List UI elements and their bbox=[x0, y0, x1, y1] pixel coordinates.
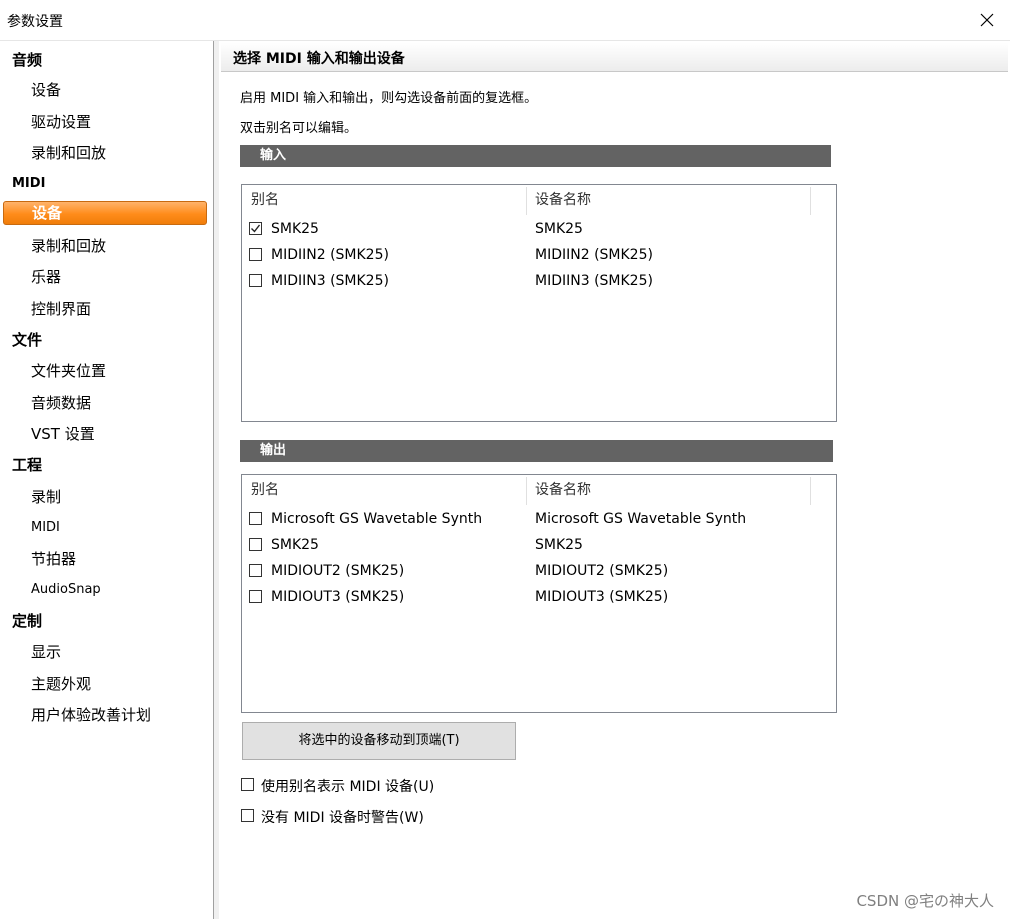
description-enable: 启用 MIDI 输入和输出，则勾选设备前面的复选框。 bbox=[240, 91, 538, 106]
sidebar-item-control-surfaces[interactable]: 控制界面 bbox=[31, 298, 91, 319]
output-device-list[interactable]: 别名 设备名称 Microsoft GS Wavetable Synth Mic… bbox=[241, 474, 837, 713]
device-cell: SMK25 bbox=[535, 537, 583, 553]
sidebar-item-ux-program[interactable]: 用户体验改善计划 bbox=[31, 704, 151, 725]
sidebar-item-audio-data[interactable]: 音频数据 bbox=[31, 392, 91, 413]
device-cell: SMK25 bbox=[535, 221, 583, 237]
page-header: 选择 MIDI 输入和输出设备 bbox=[221, 43, 1008, 72]
move-to-top-button[interactable]: 将选中的设备移动到顶端(T) bbox=[242, 722, 516, 760]
input-checkbox[interactable] bbox=[249, 222, 262, 235]
alias-cell[interactable]: SMK25 bbox=[271, 537, 319, 553]
sidebar-group-project[interactable]: 工程 bbox=[12, 454, 42, 475]
device-cell: MIDIOUT3 (SMK25) bbox=[535, 589, 669, 605]
sidebar-item-themes[interactable]: 主题外观 bbox=[31, 673, 91, 694]
sidebar-item-project-midi[interactable]: MIDI bbox=[31, 520, 60, 535]
alias-cell[interactable]: MIDIOUT3 (SMK25) bbox=[271, 589, 404, 605]
warn-no-device-checkbox[interactable] bbox=[241, 809, 254, 822]
sidebar-item-record[interactable]: 录制 bbox=[31, 486, 61, 507]
input-checkbox[interactable] bbox=[249, 274, 262, 287]
alias-cell[interactable]: MIDIOUT2 (SMK25) bbox=[271, 563, 404, 579]
alias-cell[interactable]: SMK25 bbox=[271, 221, 319, 237]
sidebar-item-audio-devices[interactable]: 设备 bbox=[31, 79, 61, 100]
close-button[interactable] bbox=[964, 0, 1010, 40]
sidebar-group-midi[interactable]: MIDI bbox=[12, 176, 45, 191]
description-edit-alias: 双击别名可以编辑。 bbox=[240, 121, 358, 136]
table-row[interactable]: Microsoft GS Wavetable Synth Microsoft G… bbox=[242, 507, 834, 533]
sidebar-item-display[interactable]: 显示 bbox=[31, 641, 61, 662]
column-header-alias[interactable]: 别名 bbox=[251, 475, 279, 505]
sidebar-item-driver-settings[interactable]: 驱动设置 bbox=[31, 111, 91, 132]
sidebar-group-audio[interactable]: 音频 bbox=[12, 49, 42, 70]
checkmark-icon bbox=[251, 224, 261, 233]
output-group-header: 输出 bbox=[240, 440, 833, 462]
column-header-device[interactable]: 设备名称 bbox=[535, 185, 591, 215]
table-row[interactable]: MIDIIN3 (SMK25) MIDIIN3 (SMK25) bbox=[242, 269, 834, 295]
title-bar: 参数设置 bbox=[0, 0, 1010, 41]
sidebar-nav: 音频 设备 驱动设置 录制和回放 MIDI 设备 录制和回放 乐器 控制界面 文… bbox=[0, 41, 214, 919]
device-cell: Microsoft GS Wavetable Synth bbox=[535, 511, 747, 527]
input-device-list[interactable]: 别名 设备名称 SMK25 SMK25 MIDIIN2 (SMK25) MIDI… bbox=[241, 184, 837, 422]
input-group-header: 输入 bbox=[240, 145, 831, 167]
sidebar-item-audio-playback[interactable]: 录制和回放 bbox=[31, 142, 106, 163]
table-row[interactable]: SMK25 SMK25 bbox=[242, 217, 834, 243]
sidebar-item-audiosnap[interactable]: AudioSnap bbox=[31, 582, 101, 597]
sidebar-item-midi-devices[interactable]: 设备 bbox=[3, 201, 207, 225]
main-panel: 选择 MIDI 输入和输出设备 启用 MIDI 输入和输出，则勾选设备前面的复选… bbox=[219, 41, 1010, 919]
sidebar-group-customize[interactable]: 定制 bbox=[12, 610, 42, 631]
device-cell: MIDIOUT2 (SMK25) bbox=[535, 563, 669, 579]
window-title: 参数设置 bbox=[7, 14, 63, 30]
column-separator[interactable] bbox=[526, 187, 527, 215]
sidebar-item-instruments[interactable]: 乐器 bbox=[31, 266, 61, 287]
device-cell: MIDIIN2 (SMK25) bbox=[535, 247, 653, 263]
page-title: 选择 MIDI 输入和输出设备 bbox=[233, 51, 405, 67]
table-row[interactable]: SMK25 SMK25 bbox=[242, 533, 834, 559]
table-row[interactable]: MIDIOUT3 (SMK25) MIDIOUT3 (SMK25) bbox=[242, 585, 834, 611]
column-header-device[interactable]: 设备名称 bbox=[535, 475, 591, 505]
input-checkbox[interactable] bbox=[249, 248, 262, 261]
sidebar-item-midi-playback[interactable]: 录制和回放 bbox=[31, 235, 106, 256]
sidebar-item-folder-locations[interactable]: 文件夹位置 bbox=[31, 360, 106, 381]
column-separator[interactable] bbox=[526, 477, 527, 505]
device-cell: MIDIIN3 (SMK25) bbox=[535, 273, 653, 289]
column-header-alias[interactable]: 别名 bbox=[251, 185, 279, 215]
use-alias-checkbox[interactable] bbox=[241, 778, 254, 791]
column-separator[interactable] bbox=[810, 477, 811, 505]
output-checkbox[interactable] bbox=[249, 564, 262, 577]
warn-no-device-label: 没有 MIDI 设备时警告(W) bbox=[261, 810, 424, 826]
sidebar-item-vst-settings[interactable]: VST 设置 bbox=[31, 423, 95, 444]
alias-cell[interactable]: MIDIIN2 (SMK25) bbox=[271, 247, 389, 263]
output-checkbox[interactable] bbox=[249, 538, 262, 551]
alias-cell[interactable]: Microsoft GS Wavetable Synth bbox=[271, 511, 482, 527]
watermark: CSDN @宅の神大人 bbox=[856, 892, 994, 910]
table-row[interactable]: MIDIIN2 (SMK25) MIDIIN2 (SMK25) bbox=[242, 243, 834, 269]
use-alias-label: 使用别名表示 MIDI 设备(U) bbox=[261, 779, 435, 795]
sidebar-group-file[interactable]: 文件 bbox=[12, 329, 42, 350]
close-icon bbox=[980, 13, 994, 27]
alias-cell[interactable]: MIDIIN3 (SMK25) bbox=[271, 273, 389, 289]
table-row[interactable]: MIDIOUT2 (SMK25) MIDIOUT2 (SMK25) bbox=[242, 559, 834, 585]
output-checkbox[interactable] bbox=[249, 512, 262, 525]
sidebar-item-metronome[interactable]: 节拍器 bbox=[31, 548, 76, 569]
output-checkbox[interactable] bbox=[249, 590, 262, 603]
column-separator[interactable] bbox=[810, 187, 811, 215]
